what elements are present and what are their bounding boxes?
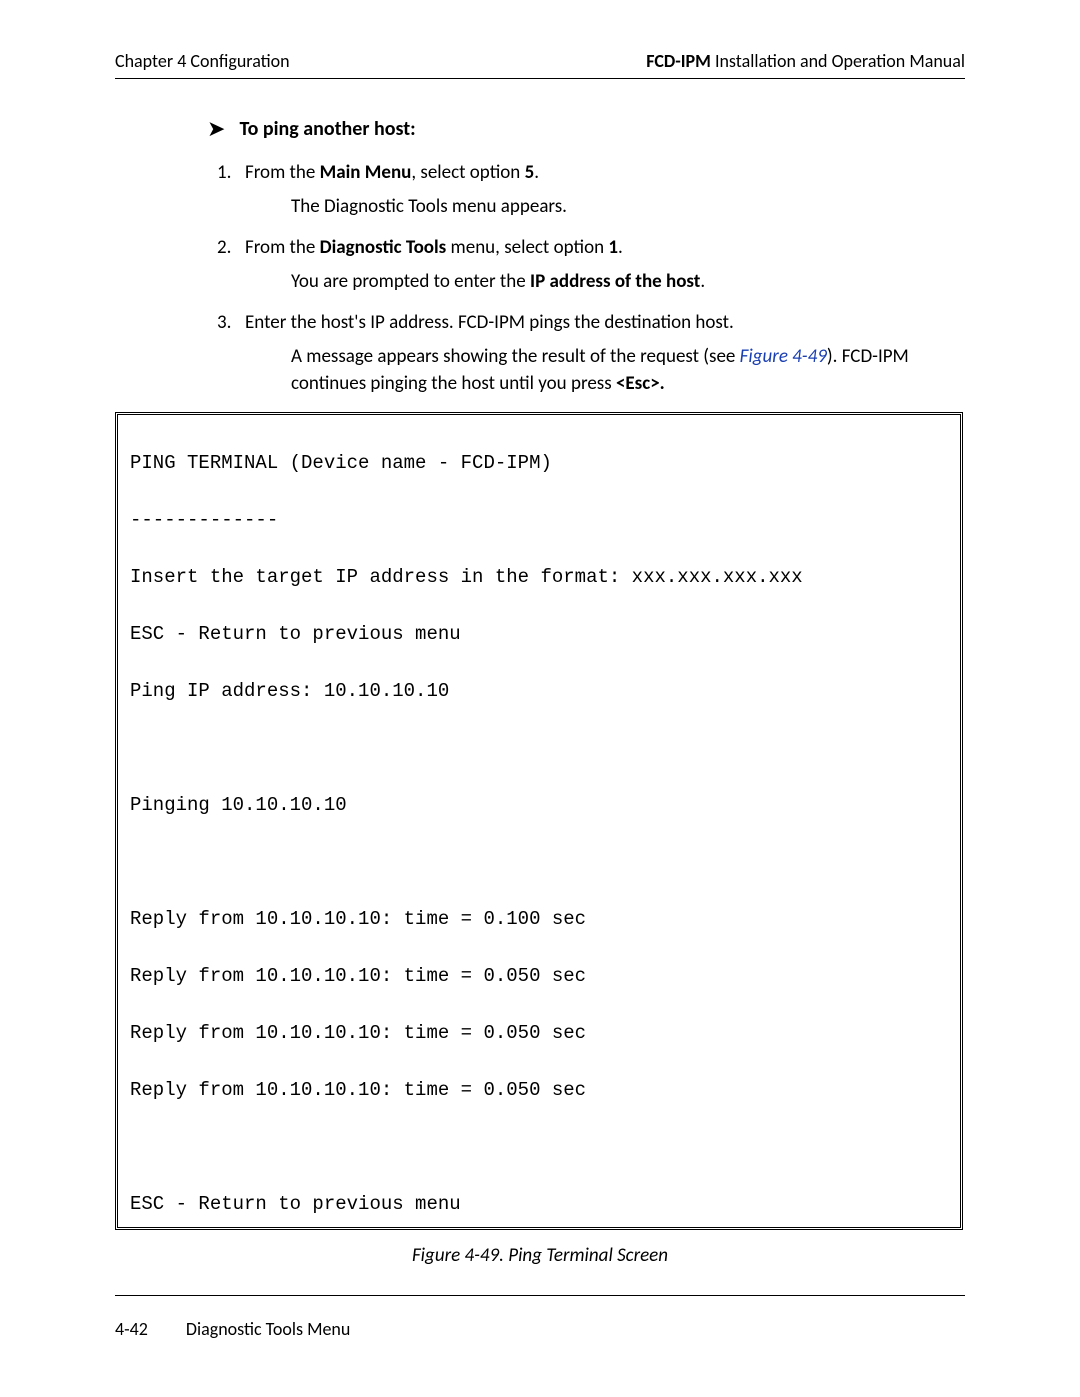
step2-sub-pre: You are prompted to enter the xyxy=(291,270,530,293)
step3-sub: A message appears showing the result of … xyxy=(291,343,937,398)
step3-line: Enter the host's IP address. FCD-IPM pin… xyxy=(245,311,734,334)
term-line: PING TERMINAL (Device name - FCD-IPM) xyxy=(130,449,948,478)
header-right: FCD-IPM Installation and Operation Manua… xyxy=(646,50,965,72)
arrow-icon: ➤ xyxy=(207,118,225,140)
step1-pre: From the xyxy=(245,161,320,184)
step-2: From the Diagnostic Tools menu, select o… xyxy=(245,234,937,295)
term-line: Reply from 10.10.10.10: time = 0.050 sec xyxy=(130,962,948,991)
page: Chapter 4 Configuration FCD-IPM Installa… xyxy=(115,50,965,1267)
term-blank xyxy=(130,734,948,763)
page-number: 4-42 xyxy=(115,1318,148,1340)
footer-section-title: Diagnostic Tools Menu xyxy=(186,1318,350,1340)
step2-pre: From the xyxy=(245,236,320,259)
step3-sub-bold: <Esc>. xyxy=(616,372,665,395)
ping-terminal-screen: PING TERMINAL (Device name - FCD-IPM) --… xyxy=(115,412,963,1230)
task-title: To ping another host: xyxy=(239,117,415,141)
page-footer: 4-42 Diagnostic Tools Menu xyxy=(115,1295,965,1340)
header-left: Chapter 4 Configuration xyxy=(115,50,290,72)
step1-bold1: Main Menu xyxy=(320,161,412,184)
step1-post: . xyxy=(534,161,539,184)
step2-bold2: 1 xyxy=(608,236,618,259)
step2-sub: You are prompted to enter the IP address… xyxy=(291,268,937,296)
step1-sub: The Diagnostic Tools menu appears. xyxy=(291,193,937,221)
step2-sub-post: . xyxy=(700,270,705,293)
step3-sub-pre: A message appears showing the result of … xyxy=(291,345,740,368)
term-line: Reply from 10.10.10.10: time = 0.050 sec xyxy=(130,1076,948,1105)
header-right-rest: Installation and Operation Manual xyxy=(711,50,965,72)
step1-mid: , select option xyxy=(411,161,524,184)
step2-mid: menu, select option xyxy=(446,236,608,259)
term-line: ESC - Return to previous menu xyxy=(130,620,948,649)
step2-sub-bold: IP address of the host xyxy=(530,270,700,293)
term-line: Reply from 10.10.10.10: time = 0.050 sec xyxy=(130,1019,948,1048)
step-1: From the Main Menu, select option 5. The… xyxy=(245,159,937,220)
content: ➤ To ping another host: From the Main Me… xyxy=(207,117,937,398)
task-heading: ➤ To ping another host: xyxy=(207,117,937,141)
step1-bold2: 5 xyxy=(525,161,535,184)
step-list: From the Main Menu, select option 5. The… xyxy=(245,159,937,398)
step2-bold1: Diagnostic Tools xyxy=(320,236,447,259)
term-line: Pinging 10.10.10.10 xyxy=(130,791,948,820)
term-line: ------------- xyxy=(130,506,948,535)
term-line: Ping IP address: 10.10.10.10 xyxy=(130,677,948,706)
header-right-bold: FCD-IPM xyxy=(646,50,711,72)
step-3: Enter the host's IP address. FCD-IPM pin… xyxy=(245,309,937,398)
term-line: ESC - Return to previous menu xyxy=(130,1190,948,1219)
term-line: Insert the target IP address in the form… xyxy=(130,563,948,592)
step2-post: . xyxy=(618,236,623,259)
term-blank xyxy=(130,848,948,877)
running-header: Chapter 4 Configuration FCD-IPM Installa… xyxy=(115,50,965,79)
term-blank xyxy=(130,1133,948,1162)
figure-reference-link[interactable]: Figure 4-49 xyxy=(740,345,827,368)
figure-caption: Figure 4-49. Ping Terminal Screen xyxy=(115,1244,965,1267)
term-line: Reply from 10.10.10.10: time = 0.100 sec xyxy=(130,905,948,934)
